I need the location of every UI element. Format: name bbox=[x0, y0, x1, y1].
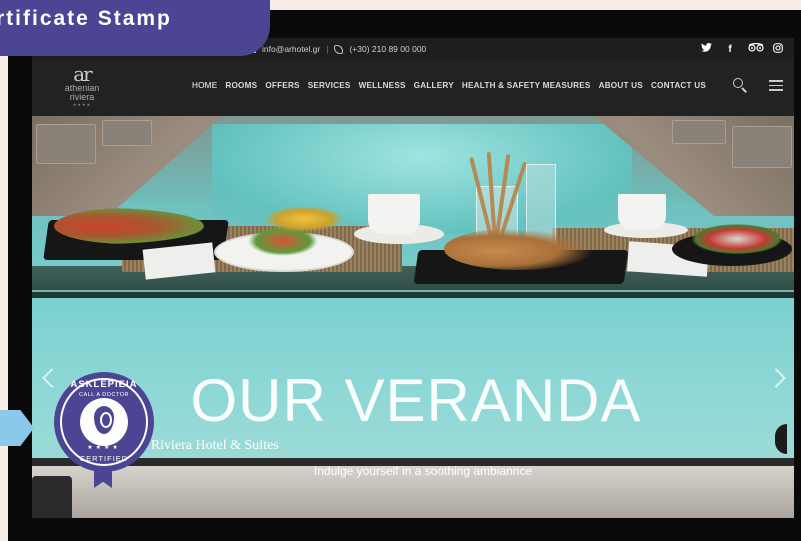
nav-item-services[interactable]: SERVICES bbox=[308, 81, 351, 90]
nav-item-gallery[interactable]: GALLERY bbox=[414, 81, 454, 90]
certificate-stamp-banner: rtificate Stamp bbox=[0, 0, 270, 56]
nav-item-rooms[interactable]: ROOMS bbox=[225, 81, 257, 90]
hotel-logo[interactable]: ar athenian riviera ★★★★ bbox=[50, 64, 114, 110]
nav-item-about-us[interactable]: ABOUT US bbox=[599, 81, 643, 90]
lounge-chair bbox=[732, 126, 792, 168]
coffee-cup bbox=[368, 194, 420, 234]
menu-icon[interactable] bbox=[769, 80, 783, 91]
badge-stars: ★★★★ bbox=[87, 445, 121, 451]
lounge-chair bbox=[102, 120, 152, 146]
logo-name-line2: riviera bbox=[69, 92, 95, 102]
contact-info: info@arhotel.gr | (+30) 210 89 00 000 bbox=[246, 44, 426, 54]
phone-link[interactable]: (+30) 210 89 00 000 bbox=[349, 44, 426, 54]
hero-tagline: Indulge yourself in a soothing ambiannce bbox=[313, 464, 533, 478]
coffee-cup bbox=[618, 194, 666, 230]
slider-edge-tab bbox=[775, 424, 787, 454]
nav-item-wellness[interactable]: WELLNESS bbox=[359, 81, 406, 90]
contact-separator: | bbox=[326, 44, 329, 54]
asklepieia-certified-badge: ASKLEPIEIA CALL A DOCTOR ★★★★ CERTIFIED bbox=[54, 372, 154, 472]
search-icon[interactable] bbox=[732, 77, 748, 93]
main-navigation: ar athenian riviera ★★★★ HOME ROOMS OFFE… bbox=[32, 60, 794, 116]
facebook-icon[interactable]: f bbox=[724, 44, 736, 55]
platter-food bbox=[54, 208, 204, 244]
greek-salad bbox=[692, 224, 782, 254]
nav-item-home[interactable]: HOME bbox=[192, 81, 217, 90]
banner-label: rtificate Stamp bbox=[0, 7, 172, 30]
twitter-icon[interactable] bbox=[700, 42, 712, 55]
table-edge bbox=[32, 290, 794, 298]
badge-certified: CERTIFIED bbox=[79, 454, 129, 463]
instagram-icon[interactable] bbox=[772, 42, 784, 56]
slider-next-arrow-icon[interactable] bbox=[770, 364, 784, 392]
badge-title: ASKLEPIEIA bbox=[70, 379, 138, 390]
logo-mark: ar bbox=[73, 62, 92, 86]
fruit-bowl bbox=[264, 206, 344, 232]
badge-center bbox=[80, 398, 128, 446]
email-link[interactable]: info@arhotel.gr bbox=[262, 44, 320, 54]
phone-icon bbox=[334, 44, 344, 54]
social-links: f bbox=[700, 42, 784, 56]
pastries bbox=[444, 228, 594, 270]
lounge-chair bbox=[36, 124, 96, 164]
logo-stars: ★★★★ bbox=[72, 102, 92, 107]
location-pin-icon bbox=[94, 406, 114, 434]
sofa bbox=[32, 476, 72, 518]
tripadvisor-icon[interactable] bbox=[748, 42, 764, 55]
nav-item-offers[interactable]: OFFERS bbox=[265, 81, 299, 90]
lounge-chair bbox=[672, 120, 726, 144]
nav-item-health-safety[interactable]: HEALTH & SAFETY MEASURES bbox=[462, 81, 591, 90]
nav-menu: HOME ROOMS OFFERS SERVICES WELLNESS GALL… bbox=[192, 81, 714, 90]
nav-item-contact-us[interactable]: CONTACT US bbox=[651, 81, 706, 90]
